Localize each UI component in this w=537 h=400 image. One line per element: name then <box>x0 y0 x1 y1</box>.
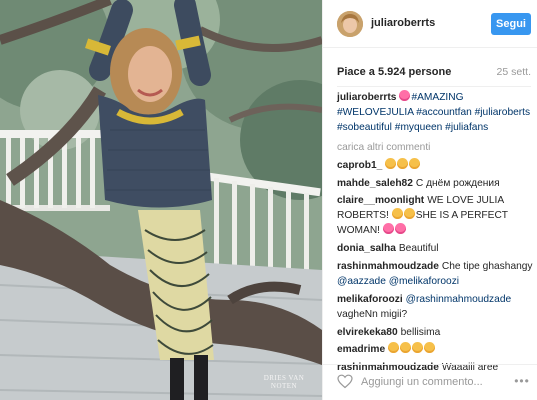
likes-row: Piace a 5.924 persone 25 sett. <box>337 66 531 80</box>
comment-mention[interactable]: @aazzade <box>337 276 386 287</box>
comment-mention[interactable]: @melikaforoozi <box>389 276 459 287</box>
comment-text: vagheNn migii? <box>337 308 408 320</box>
comment-text: bellisima <box>400 326 441 338</box>
comment-username[interactable]: elvirekeka80 <box>337 327 398 338</box>
heart-emoji-icon <box>394 223 406 235</box>
watermark-line2: NOTEN <box>270 382 298 390</box>
caption-username[interactable]: juliaroberrts <box>337 92 396 103</box>
list-item: caprob1_ <box>337 157 533 173</box>
list-item: mahde_saleh82 С днём рождения <box>337 176 533 191</box>
smiley-emoji-icon <box>403 208 415 220</box>
load-more-comments-button[interactable]: carica altri commenti <box>337 140 533 155</box>
comment-mention[interactable]: @rashinmahmoudzade <box>406 294 511 305</box>
more-horizontal-icon[interactable]: ••• <box>513 373 531 389</box>
likes-count[interactable]: Piace a 5.924 persone <box>337 66 451 78</box>
smiley-emoji-icon <box>388 342 400 354</box>
comments-list: juliaroberrts #AMAZING #WELOVEJULIA #acco… <box>337 90 533 378</box>
list-item: emadrime <box>337 342 533 357</box>
watermark-line1: DRIES VAN <box>263 374 305 382</box>
smiley-emoji-icon <box>397 157 409 169</box>
smiley-emoji-icon <box>412 342 424 354</box>
comment-username[interactable]: emadrime <box>337 344 385 355</box>
list-item: donia_salha Beautiful <box>337 241 533 256</box>
post-header: juliaroberrts Segui <box>323 0 537 48</box>
list-item: elvirekeka80 bellisima <box>337 325 533 340</box>
avatar-photo-icon <box>337 11 363 37</box>
list-item: melikaforoozi @rashinmahmoudzade vagheNn … <box>337 292 533 322</box>
smiley-emoji-icon <box>424 342 436 354</box>
comment-text: Che tipe ghashangy <box>441 260 533 272</box>
avatar[interactable] <box>337 11 363 37</box>
comment-text: С днём рождения <box>415 177 500 189</box>
comment-text: Beautiful <box>398 243 439 255</box>
smiley-emoji-icon <box>400 342 412 354</box>
add-comment-input[interactable] <box>361 372 501 392</box>
post-side-panel: juliaroberrts Segui Piace a 5.924 person… <box>322 0 537 400</box>
smiley-emoji-icon <box>409 157 421 169</box>
comment-username[interactable]: donia_salha <box>337 243 396 254</box>
comment-bar: ••• <box>323 364 537 400</box>
comment-username[interactable]: melikaforoozi <box>337 294 403 305</box>
list-item: claire__moonlight WE LOVE JULIA ROBERTS! … <box>337 193 533 238</box>
smiley-emoji-icon <box>391 208 403 220</box>
post-username[interactable]: juliaroberrts <box>371 17 435 29</box>
heart-outline-icon[interactable] <box>337 374 353 389</box>
photo-watermark: DRIES VAN NOTEN <box>254 374 314 390</box>
post-photo[interactable]: DRIES VAN NOTEN <box>0 0 322 400</box>
comment-username[interactable]: claire__moonlight <box>337 195 424 206</box>
smiley-emoji-icon <box>385 157 397 169</box>
comment-username[interactable]: mahde_saleh82 <box>337 178 413 189</box>
heart-emoji-icon <box>382 223 394 235</box>
divider <box>337 86 531 87</box>
list-item: rashinmahmoudzade Che tipe ghashangy @aaz… <box>337 259 533 289</box>
photo-illustration <box>0 0 322 400</box>
comment-username[interactable]: caprob1_ <box>337 160 382 171</box>
comment-username[interactable]: rashinmahmoudzade <box>337 261 439 272</box>
post-caption: juliaroberrts #AMAZING #WELOVEJULIA #acco… <box>337 90 533 135</box>
heart-emoji-icon <box>399 90 411 101</box>
follow-button[interactable]: Segui <box>491 13 531 35</box>
post-date[interactable]: 25 sett. <box>497 66 531 78</box>
